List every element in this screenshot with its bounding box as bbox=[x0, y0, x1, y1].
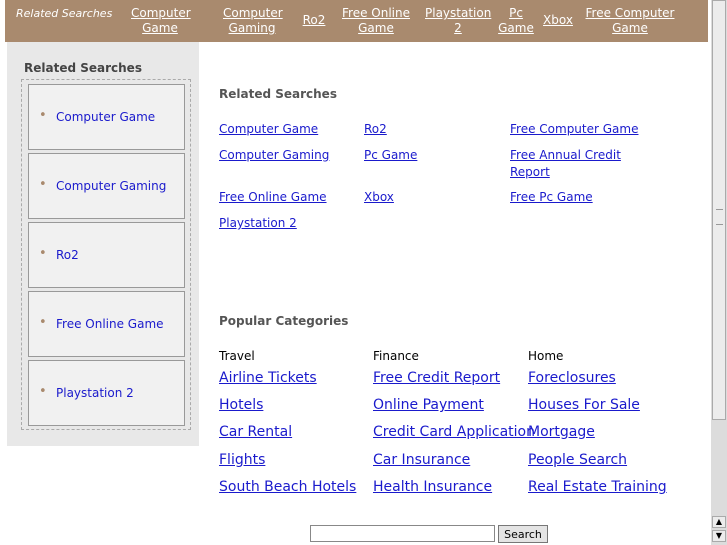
top-link-playstation-2[interactable]: Playstation 2 bbox=[425, 6, 491, 36]
category-link[interactable]: Online Payment bbox=[373, 397, 484, 413]
left-sidebar: Related Searches • Computer Game • Compu… bbox=[7, 42, 199, 446]
top-link-computer-game[interactable]: Computer Game bbox=[131, 6, 191, 36]
category-link[interactable]: South Beach Hotels bbox=[219, 479, 356, 495]
category-link[interactable]: Health Insurance bbox=[373, 479, 492, 495]
grip-icon bbox=[716, 209, 723, 225]
sidebar-item-label[interactable]: Ro2 bbox=[56, 248, 79, 262]
related-link-free-pc-game[interactable]: Free Pc Game bbox=[510, 189, 593, 206]
top-link-pc-game[interactable]: Pc Game bbox=[498, 6, 534, 36]
category-link[interactable]: Mortgage bbox=[528, 424, 595, 440]
sidebar-list: • Computer Game • Computer Gaming • Ro2 … bbox=[21, 79, 191, 430]
scroll-down-arrow-icon[interactable]: ▼ bbox=[712, 530, 726, 542]
bullet-icon: • bbox=[39, 108, 47, 123]
bullet-icon: • bbox=[39, 384, 47, 399]
related-link-ro2[interactable]: Ro2 bbox=[364, 121, 387, 138]
category-link[interactable]: Car Rental bbox=[219, 424, 292, 440]
scrollbar-thumb[interactable] bbox=[712, 0, 726, 420]
category-link[interactable]: Free Credit Report bbox=[373, 370, 500, 386]
related-link-free-computer-game[interactable]: Free Computer Game bbox=[510, 121, 638, 138]
sidebar-item-ro2[interactable]: • Ro2 bbox=[28, 222, 185, 288]
bullet-icon: • bbox=[39, 177, 47, 192]
top-related-bar: Related Searches Computer Game Computer … bbox=[5, 0, 708, 42]
top-link-free-computer-game[interactable]: Free Computer Game bbox=[583, 6, 677, 36]
bullet-icon: • bbox=[39, 315, 47, 330]
search-input[interactable] bbox=[310, 525, 495, 542]
category-link[interactable]: Airline Tickets bbox=[219, 370, 317, 386]
related-link-pc-game[interactable]: Pc Game bbox=[364, 147, 417, 164]
top-link-xbox[interactable]: Xbox bbox=[542, 13, 574, 28]
top-link-ro2[interactable]: Ro2 bbox=[302, 13, 326, 28]
top-link-free-online-game[interactable]: Free Online Game bbox=[340, 6, 412, 36]
category-link[interactable]: Flights bbox=[219, 452, 265, 468]
bullet-icon: • bbox=[39, 246, 47, 261]
sidebar-item-label[interactable]: Playstation 2 bbox=[56, 386, 134, 400]
search-button[interactable]: Search bbox=[498, 525, 548, 543]
sidebar-item-label[interactable]: Free Online Game bbox=[56, 317, 164, 331]
related-link-free-online-game[interactable]: Free Online Game bbox=[219, 189, 327, 206]
popular-categories-title: Popular Categories bbox=[219, 314, 349, 328]
related-searches-title: Related Searches bbox=[219, 87, 337, 101]
top-bar-label: Related Searches bbox=[16, 7, 113, 20]
sidebar-title: Related Searches bbox=[24, 61, 142, 75]
category-link[interactable]: Real Estate Training bbox=[528, 479, 667, 495]
sidebar-item-free-online-game[interactable]: • Free Online Game bbox=[28, 291, 185, 357]
category-heading-home: Home bbox=[528, 349, 564, 363]
category-link[interactable]: People Search bbox=[528, 452, 627, 468]
sidebar-item-label[interactable]: Computer Game bbox=[56, 110, 155, 124]
related-link-computer-game[interactable]: Computer Game bbox=[219, 121, 318, 138]
scroll-up-arrow-icon[interactable]: ▲ bbox=[712, 516, 726, 528]
related-link-xbox[interactable]: Xbox bbox=[364, 189, 394, 206]
category-link[interactable]: Credit Card Application bbox=[373, 424, 535, 440]
sidebar-item-playstation-2[interactable]: • Playstation 2 bbox=[28, 360, 185, 426]
sidebar-item-computer-gaming[interactable]: • Computer Gaming bbox=[28, 153, 185, 219]
top-link-computer-gaming[interactable]: Computer Gaming bbox=[223, 6, 283, 36]
category-link[interactable]: Houses For Sale bbox=[528, 397, 640, 413]
category-link[interactable]: Hotels bbox=[219, 397, 263, 413]
vertical-scrollbar[interactable]: ▲ ▼ bbox=[711, 0, 727, 545]
sidebar-item-label[interactable]: Computer Gaming bbox=[56, 179, 166, 193]
sidebar-item-computer-game[interactable]: • Computer Game bbox=[28, 84, 185, 150]
related-link-computer-gaming[interactable]: Computer Gaming bbox=[219, 147, 329, 164]
category-heading-finance: Finance bbox=[373, 349, 419, 363]
related-link-free-annual-credit-report[interactable]: Free Annual Credit Report bbox=[510, 147, 650, 181]
category-heading-travel: Travel bbox=[219, 349, 255, 363]
related-link-playstation-2[interactable]: Playstation 2 bbox=[219, 215, 297, 232]
category-link[interactable]: Car Insurance bbox=[373, 452, 470, 468]
category-link[interactable]: Foreclosures bbox=[528, 370, 616, 386]
